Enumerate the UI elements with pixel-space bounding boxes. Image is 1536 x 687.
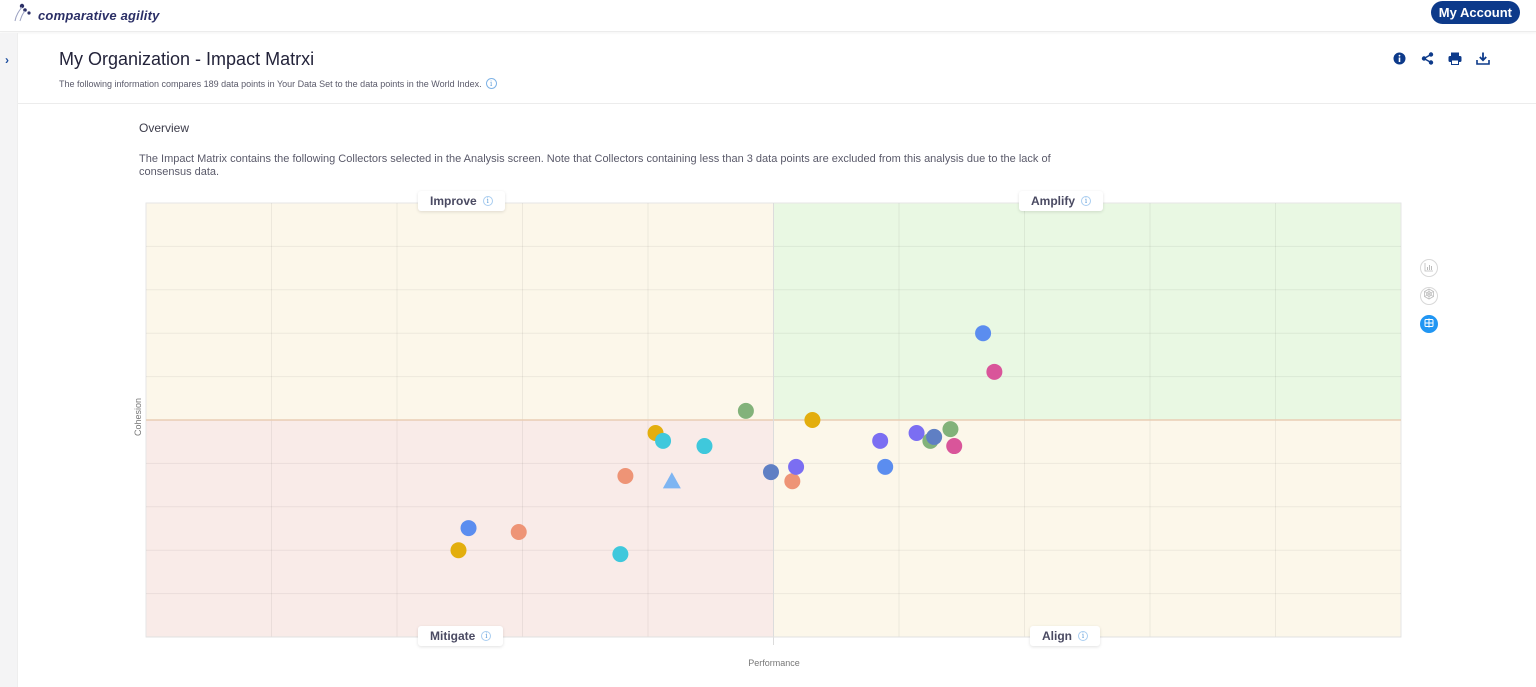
radar-chart-view-button[interactable] [1420, 287, 1438, 305]
align-info-icon[interactable]: i [1078, 631, 1088, 641]
matrix-view-button[interactable] [1420, 315, 1438, 333]
data-point[interactable] [737, 402, 754, 419]
bar-chart-view-button[interactable] [1420, 259, 1438, 277]
quadrant-align [773, 420, 1401, 637]
data-point[interactable] [460, 520, 477, 537]
quadrant-label-text: Improve [430, 194, 477, 208]
amplify-info-icon[interactable]: i [1081, 196, 1092, 206]
data-point[interactable] [908, 425, 925, 442]
radar-chart-icon [1423, 287, 1435, 305]
data-point[interactable] [510, 523, 527, 540]
x-axis-label: Performance [748, 658, 800, 668]
data-point[interactable] [762, 464, 779, 481]
quadrant-label-text: Amplify [1031, 194, 1076, 208]
quadrant-mitigate [146, 420, 774, 637]
data-point[interactable] [788, 458, 805, 475]
view-switcher [1420, 259, 1438, 333]
data-point[interactable] [975, 325, 992, 342]
data-point[interactable] [986, 363, 1003, 380]
data-point[interactable] [804, 412, 821, 428]
data-point[interactable] [942, 421, 959, 438]
data-point[interactable] [946, 438, 963, 455]
impact-matrix-svg [145, 202, 1402, 645]
quadrant-label-mitigate[interactable]: Mitigate i [418, 626, 504, 646]
data-point[interactable] [926, 428, 943, 445]
quadrant-improve [146, 203, 774, 420]
quadrant-label-align[interactable]: Align i [1030, 626, 1100, 646]
quadrant-label-text: Mitigate [430, 629, 476, 643]
matrix-icon [1424, 315, 1434, 333]
improve-info-icon[interactable]: i [482, 196, 493, 206]
data-point[interactable] [872, 432, 889, 449]
mitigate-info-icon[interactable]: i [481, 631, 492, 641]
data-point[interactable] [696, 438, 713, 455]
quadrant-label-improve[interactable]: Improve i [418, 191, 505, 211]
quadrant-label-amplify[interactable]: Amplify i [1019, 191, 1104, 211]
y-axis-label: Cohesion [133, 397, 143, 437]
data-point[interactable] [612, 546, 629, 563]
quadrant-amplify [773, 203, 1401, 420]
data-point[interactable] [877, 458, 894, 475]
data-point[interactable] [617, 467, 634, 484]
bar-chart-icon [1424, 259, 1434, 277]
data-point[interactable] [450, 542, 467, 559]
data-point[interactable] [655, 432, 672, 449]
data-point[interactable] [784, 473, 801, 490]
quadrant-label-text: Align [1042, 629, 1072, 643]
